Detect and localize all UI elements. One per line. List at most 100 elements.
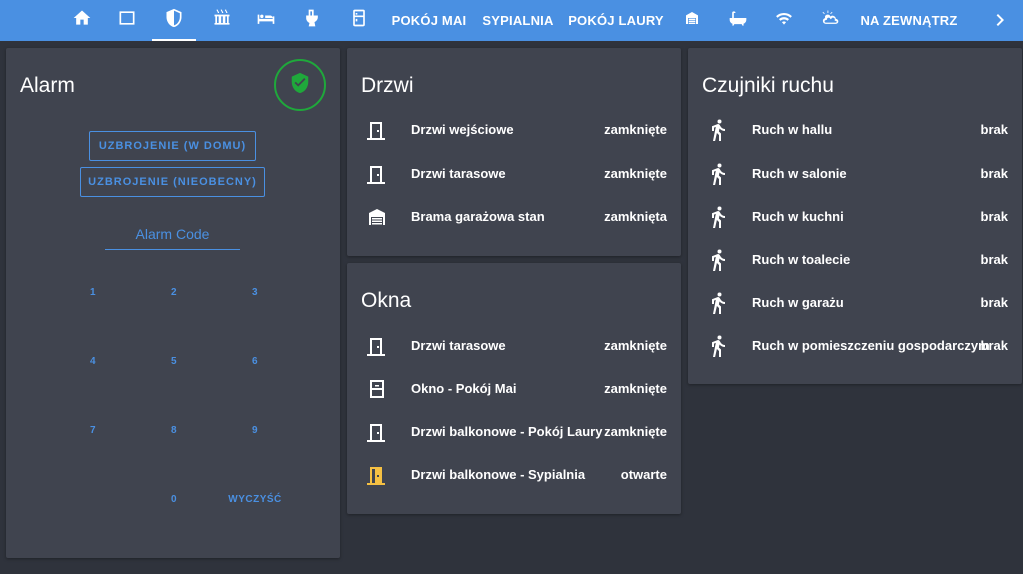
entity-state: brak: [980, 295, 1008, 310]
list-item[interactable]: Ruch w hallu brak: [688, 108, 1022, 151]
tab-label: POKÓJ LAURY: [568, 13, 664, 28]
list-item[interactable]: Drzwi wejściowe zamknięte: [347, 108, 681, 151]
tab-toilet[interactable]: [292, 0, 332, 41]
entity-state: brak: [980, 338, 1008, 353]
list-item[interactable]: Brama garażowa stan zamknięta: [347, 195, 681, 238]
walk-icon: [706, 291, 730, 315]
bathtub-icon: [728, 8, 748, 33]
tab-bedroom[interactable]: [246, 0, 286, 41]
windows-title: Okna: [361, 289, 412, 312]
entity-state: brak: [980, 252, 1008, 267]
entity-state: zamknięte: [604, 122, 667, 137]
entity-state: brak: [980, 209, 1008, 224]
door-open-icon: [365, 463, 389, 487]
list-item[interactable]: Drzwi balkonowe - Sypialnia otwarte: [347, 453, 681, 496]
entity-name: Ruch w kuchni: [752, 209, 844, 224]
fridge-icon: [349, 8, 369, 33]
motion-sensors-card: Czujniki ruchu Ruch w hallu brak Ruch w …: [688, 48, 1022, 384]
entity-name: Drzwi balkonowe - Pokój Laury: [411, 424, 603, 439]
list-item[interactable]: Ruch w salonie brak: [688, 152, 1022, 195]
doors-title: Drzwi: [361, 74, 414, 97]
list-item[interactable]: Ruch w pomieszczeniu gospodarczym brak: [688, 324, 1022, 367]
keypad-key-3[interactable]: 3: [235, 283, 275, 303]
keypad-key-8[interactable]: 8: [154, 421, 194, 441]
alarm-title: Alarm: [20, 74, 75, 97]
entity-name: Ruch w toalecie: [752, 252, 851, 267]
walk-icon: [706, 334, 730, 358]
keypad-key-0[interactable]: 0: [154, 490, 194, 510]
entity-state: otwarte: [620, 467, 667, 482]
garage-icon: [684, 10, 700, 31]
tab-network[interactable]: [764, 0, 804, 41]
tab-na-zewnatrz[interactable]: NA ZEWNĄTRZ: [858, 0, 960, 41]
security-shield-icon: [164, 8, 184, 33]
home-icon: [72, 8, 92, 33]
alarm-status-indicator: [274, 59, 326, 111]
walk-icon: [706, 118, 730, 142]
entity-state: zamknięte: [604, 338, 667, 353]
tab-security[interactable]: [152, 0, 196, 41]
tab-pokoj-mai[interactable]: POKÓJ MAI: [388, 0, 470, 41]
arm-away-button[interactable]: UZBROJENIE (NIEOBECNY): [80, 167, 265, 197]
doors-card: Drzwi Drzwi wejściowe zamknięte Drzwi ta…: [347, 48, 681, 256]
keypad-key-4[interactable]: 4: [73, 352, 113, 372]
entity-state: zamknięte: [604, 166, 667, 181]
keypad-key-7[interactable]: 7: [73, 421, 113, 441]
list-item[interactable]: Drzwi balkonowe - Pokój Laury zamknięte: [347, 410, 681, 453]
door-closed-icon: [365, 118, 389, 142]
toilet-icon: [302, 8, 322, 33]
list-item[interactable]: Okno - Pokój Mai zamknięte: [347, 367, 681, 410]
walk-icon: [706, 162, 730, 186]
keypad-key-9[interactable]: 9: [235, 421, 275, 441]
tab-label: NA ZEWNĄTRZ: [860, 13, 958, 28]
door-closed-icon: [365, 162, 389, 186]
garage-icon: [365, 205, 389, 229]
entity-name: Drzwi tarasowe: [411, 338, 506, 353]
tab-pokoj-laury[interactable]: POKÓJ LAURY: [566, 0, 666, 41]
tab-window[interactable]: [107, 0, 147, 41]
alarm-card: Alarm: [6, 48, 340, 558]
entity-state: zamknięte: [604, 381, 667, 396]
entity-name: Ruch w hallu: [752, 122, 833, 137]
entity-state: zamknięta: [604, 209, 667, 224]
list-item[interactable]: Drzwi tarasowe zamknięte: [347, 324, 681, 367]
keypad-clear-button[interactable]: WYCZYŚĆ: [225, 490, 285, 510]
alarm-code-input[interactable]: Alarm Code: [105, 226, 240, 250]
tab-weather[interactable]: [810, 0, 850, 41]
chevron-right-icon[interactable]: [993, 10, 1009, 30]
list-item[interactable]: Ruch w kuchni brak: [688, 195, 1022, 238]
tab-home[interactable]: [62, 0, 102, 41]
door-closed-icon: [365, 334, 389, 358]
entity-state: brak: [980, 166, 1008, 181]
shield-check-icon: [289, 72, 311, 99]
list-item[interactable]: Drzwi tarasowe zamknięte: [347, 152, 681, 195]
motion-title: Czujniki ruchu: [702, 74, 834, 97]
entity-name: Ruch w garażu: [752, 295, 844, 310]
entity-state: brak: [980, 122, 1008, 137]
bed-icon: [256, 8, 276, 33]
entity-state: zamknięte: [604, 424, 667, 439]
keypad-key-2[interactable]: 2: [154, 283, 194, 303]
top-navigation-bar: POKÓJ MAI SYPIALNIA POKÓJ LAURY NA ZEWNĄ…: [0, 0, 1023, 41]
keypad-key-5[interactable]: 5: [154, 352, 194, 372]
list-item[interactable]: Ruch w toalecie brak: [688, 238, 1022, 281]
entity-name: Drzwi tarasowe: [411, 166, 506, 181]
arm-home-button[interactable]: UZBROJENIE (W DOMU): [89, 131, 256, 161]
windows-card: Okna Drzwi tarasowe zamknięte Okno - Pok…: [347, 263, 681, 514]
entity-name: Brama garażowa stan: [411, 209, 545, 224]
tab-garage[interactable]: [672, 0, 712, 41]
entity-name: Ruch w pomieszczeniu gospodarczym: [752, 338, 990, 353]
wifi-icon: [774, 8, 794, 33]
list-item[interactable]: Ruch w garażu brak: [688, 281, 1022, 324]
tab-bathroom[interactable]: [718, 0, 758, 41]
tab-kitchen[interactable]: [339, 0, 379, 41]
keypad-key-6[interactable]: 6: [235, 352, 275, 372]
tab-heating[interactable]: [202, 0, 242, 41]
tab-sypialnia[interactable]: SYPIALNIA: [478, 0, 558, 41]
radiator-icon: [212, 8, 232, 33]
entity-name: Drzwi wejściowe: [411, 122, 514, 137]
keypad-key-1[interactable]: 1: [73, 283, 113, 303]
entity-name: Ruch w salonie: [752, 166, 847, 181]
tab-label: POKÓJ MAI: [391, 13, 467, 28]
walk-icon: [706, 248, 730, 272]
